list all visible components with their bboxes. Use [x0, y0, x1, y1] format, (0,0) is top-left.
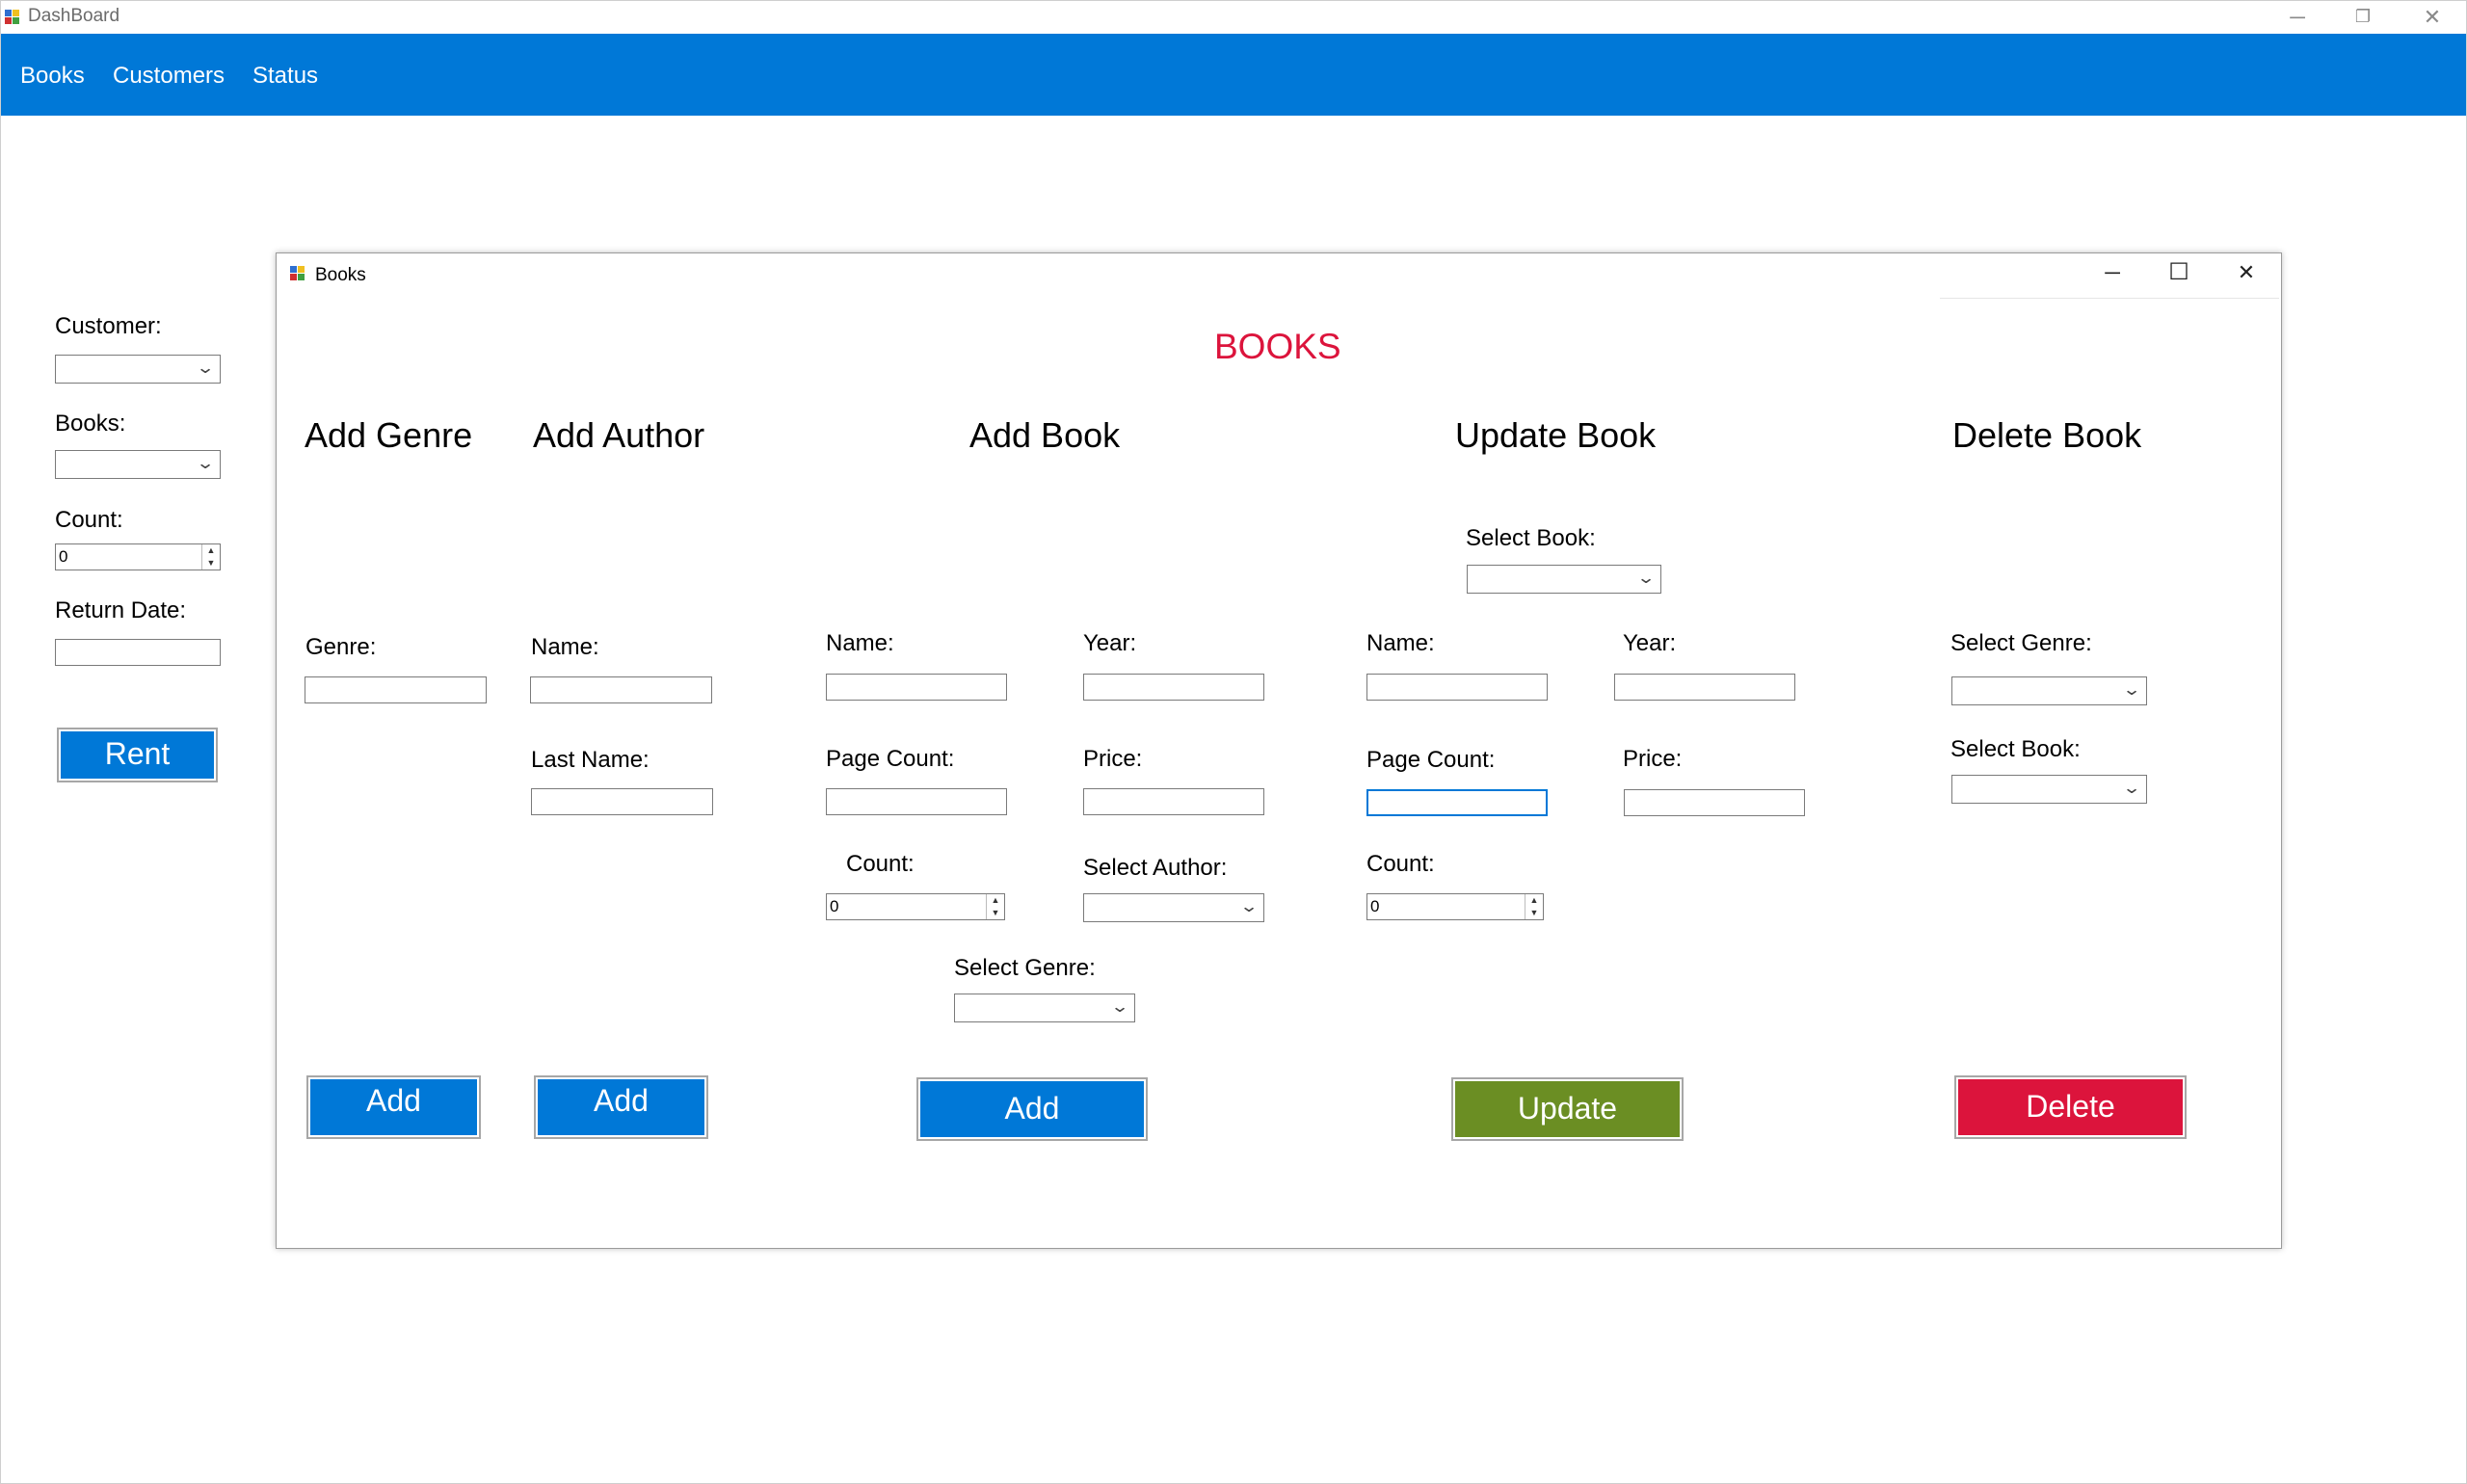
- delete-select-book-label: Select Book:: [1950, 736, 2081, 762]
- author-name-field[interactable]: [530, 676, 712, 703]
- close-button[interactable]: ✕: [2214, 255, 2279, 289]
- book-year-label: Year:: [1083, 630, 1137, 656]
- select-author-label: Select Author:: [1083, 855, 1228, 881]
- book-page-count-label: Page Count:: [826, 746, 955, 772]
- select-author-dropdown[interactable]: ⌄: [1083, 893, 1264, 922]
- add-book-button[interactable]: Add: [916, 1077, 1148, 1141]
- update-book-button[interactable]: Update: [1451, 1077, 1684, 1141]
- count-stepper[interactable]: 0 ▲ ▼: [55, 543, 221, 570]
- minimize-button[interactable]: ─: [2080, 255, 2145, 289]
- book-year-field[interactable]: [1083, 674, 1264, 701]
- spin-up-icon[interactable]: ▲: [202, 544, 220, 557]
- update-count-label: Count:: [1366, 851, 1435, 877]
- book-page-count-field[interactable]: [826, 788, 1007, 815]
- update-select-book-dropdown[interactable]: ⌄: [1467, 565, 1661, 594]
- add-author-button[interactable]: Add: [534, 1075, 708, 1139]
- update-price-field[interactable]: [1624, 789, 1805, 816]
- minimize-button[interactable]: ─: [2265, 0, 2330, 34]
- author-last-name-field[interactable]: [531, 788, 713, 815]
- chevron-down-icon: ⌄: [195, 454, 215, 472]
- update-name-field[interactable]: [1366, 674, 1548, 701]
- restore-button[interactable]: ❐: [2330, 0, 2396, 34]
- update-count-stepper[interactable]: 0 ▲ ▼: [1366, 893, 1544, 920]
- book-count-value: 0: [830, 897, 839, 915]
- author-name-label: Name:: [531, 634, 599, 660]
- delete-book-heading: Delete Book: [1952, 415, 2142, 455]
- book-count-label: Count:: [846, 851, 915, 877]
- update-price-label: Price:: [1623, 746, 1683, 772]
- app-icon: [290, 266, 305, 281]
- update-book-heading: Update Book: [1455, 415, 1657, 455]
- count-label: Count:: [55, 507, 123, 533]
- update-count-value: 0: [1370, 897, 1380, 915]
- book-name-label: Name:: [826, 630, 894, 656]
- book-count-stepper[interactable]: 0 ▲ ▼: [826, 893, 1005, 920]
- chevron-down-icon: ⌄: [1109, 997, 1129, 1016]
- menu-bar: Books Customers Status: [0, 34, 2467, 116]
- add-genre-button[interactable]: Add: [306, 1075, 481, 1139]
- divider: [1940, 298, 2279, 299]
- update-year-label: Year:: [1623, 630, 1677, 656]
- update-page-count-field[interactable]: [1366, 789, 1548, 816]
- update-page-count-label: Page Count:: [1366, 747, 1496, 773]
- select-genre-dropdown[interactable]: ⌄: [954, 994, 1135, 1022]
- chevron-down-icon: ⌄: [1238, 897, 1259, 915]
- window-title: DashBoard: [28, 6, 120, 26]
- spin-down-icon[interactable]: ▼: [202, 557, 220, 570]
- customer-label: Customer:: [55, 313, 162, 339]
- books-window-title: Books: [315, 265, 366, 285]
- book-price-field[interactable]: [1083, 788, 1264, 815]
- spin-down-icon[interactable]: ▼: [987, 907, 1004, 919]
- delete-select-genre-dropdown[interactable]: ⌄: [1951, 676, 2147, 705]
- book-name-field[interactable]: [826, 674, 1007, 701]
- author-last-name-label: Last Name:: [531, 747, 650, 773]
- delete-book-button[interactable]: Delete: [1954, 1075, 2187, 1139]
- app-icon: [5, 10, 20, 25]
- genre-label: Genre:: [305, 634, 377, 660]
- update-year-field[interactable]: [1614, 674, 1795, 701]
- add-book-heading: Add Book: [969, 415, 1121, 455]
- maximize-button[interactable]: ☐: [2146, 255, 2212, 289]
- chevron-down-icon: ⌄: [2121, 779, 2141, 797]
- return-date-label: Return Date:: [55, 597, 187, 623]
- spin-up-icon[interactable]: ▲: [987, 894, 1004, 907]
- delete-select-genre-label: Select Genre:: [1950, 630, 2092, 656]
- menu-item-status[interactable]: Status: [252, 63, 318, 90]
- books-label: Books:: [55, 411, 126, 437]
- count-value: 0: [59, 547, 68, 566]
- genre-field[interactable]: [305, 676, 487, 703]
- add-author-heading: Add Author: [533, 415, 705, 455]
- menu-item-customers[interactable]: Customers: [113, 63, 225, 90]
- add-genre-heading: Add Genre: [305, 415, 473, 455]
- main-titlebar: DashBoard ─ ❐ ✕: [0, 0, 2467, 34]
- spin-down-icon[interactable]: ▼: [1525, 907, 1543, 919]
- chevron-down-icon: ⌄: [1635, 569, 1656, 587]
- delete-select-book-dropdown[interactable]: ⌄: [1951, 775, 2147, 804]
- select-genre-label: Select Genre:: [954, 955, 1096, 981]
- menu-item-books[interactable]: Books: [20, 63, 85, 90]
- chevron-down-icon: ⌄: [195, 358, 215, 377]
- customer-select[interactable]: ⌄: [55, 355, 221, 384]
- books-window: Books ─ ☐ ✕ BOOKS Add Genre Add Author A…: [276, 252, 2282, 1249]
- spin-up-icon[interactable]: ▲: [1525, 894, 1543, 907]
- update-select-book-label: Select Book:: [1466, 525, 1596, 551]
- book-price-label: Price:: [1083, 746, 1143, 772]
- update-name-label: Name:: [1366, 630, 1435, 656]
- page-title: BOOKS: [1214, 327, 1341, 366]
- rent-button[interactable]: Rent: [57, 728, 218, 782]
- chevron-down-icon: ⌄: [2121, 680, 2141, 699]
- books-select[interactable]: ⌄: [55, 450, 221, 479]
- close-button[interactable]: ✕: [2400, 0, 2465, 34]
- return-date-field[interactable]: [55, 639, 221, 666]
